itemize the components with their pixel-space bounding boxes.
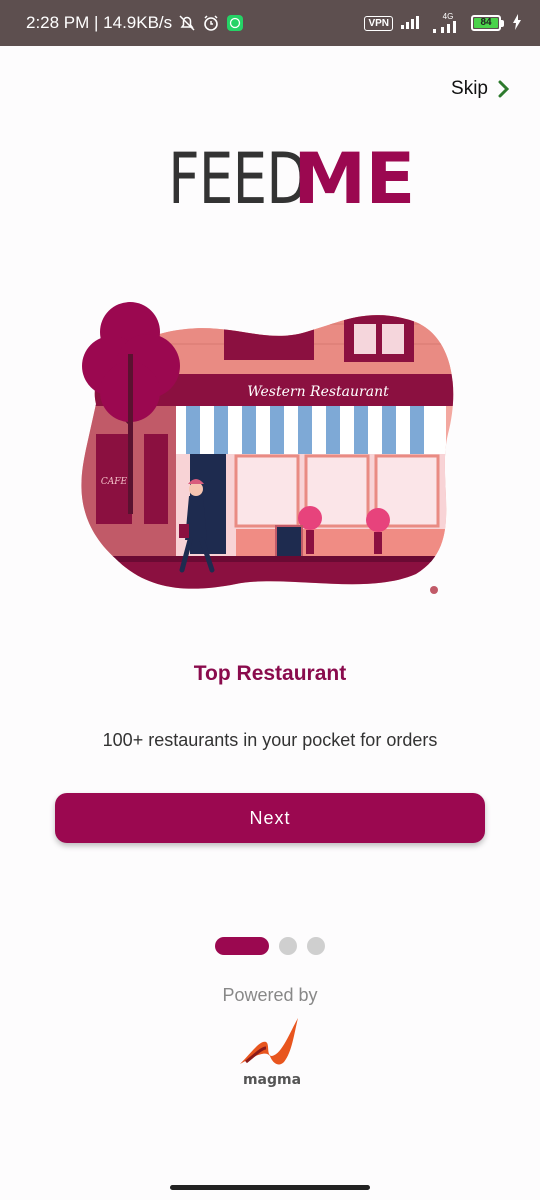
status-time-speed: 2:28 PM | 14.9KB/s (26, 13, 173, 32)
logo-feed: FEED (168, 138, 308, 220)
magma-brand-text: magma (242, 1072, 302, 1088)
network-type: 4G (442, 12, 454, 21)
cafe-sign-text: CAFE (101, 477, 128, 487)
restaurant-illustration: Western Restaurant CAFE (76, 284, 456, 596)
signal-4g-icon: 4G (433, 13, 463, 33)
page-dot-1[interactable] (215, 937, 269, 955)
restaurant-sign-text: Western Restaurant (247, 384, 389, 400)
next-button[interactable]: Next (55, 793, 485, 843)
page-indicator (0, 937, 540, 955)
powered-by-label: Powered by (222, 985, 318, 1005)
app-logo: FEEDME (0, 138, 540, 220)
magma-flame-icon (240, 1018, 298, 1065)
page-dot-2[interactable] (279, 937, 297, 955)
status-bar: 2:28 PM | 14.9KB/s VPN 4G 84 (0, 0, 540, 46)
onboarding-subtitle: 100+ restaurants in your pocket for orde… (102, 730, 438, 750)
chevron-right-icon (498, 80, 510, 98)
onboarding-title: Top Restaurant (193, 662, 347, 685)
battery-icon: 84 (471, 15, 504, 31)
home-indicator[interactable] (170, 1185, 370, 1190)
skip-label: Skip (451, 78, 488, 99)
signal-icon (401, 15, 425, 32)
charging-icon (512, 13, 522, 33)
skip-button[interactable]: Skip (451, 78, 510, 100)
bell-muted-icon (178, 14, 196, 32)
battery-level: 84 (474, 18, 498, 28)
page-dot-3[interactable] (307, 937, 325, 955)
alarm-icon (202, 14, 220, 32)
magma-logo: magma (232, 1012, 312, 1092)
whatsapp-icon (226, 14, 244, 32)
vpn-indicator: VPN (364, 15, 393, 31)
logo-me: ME (292, 138, 415, 220)
